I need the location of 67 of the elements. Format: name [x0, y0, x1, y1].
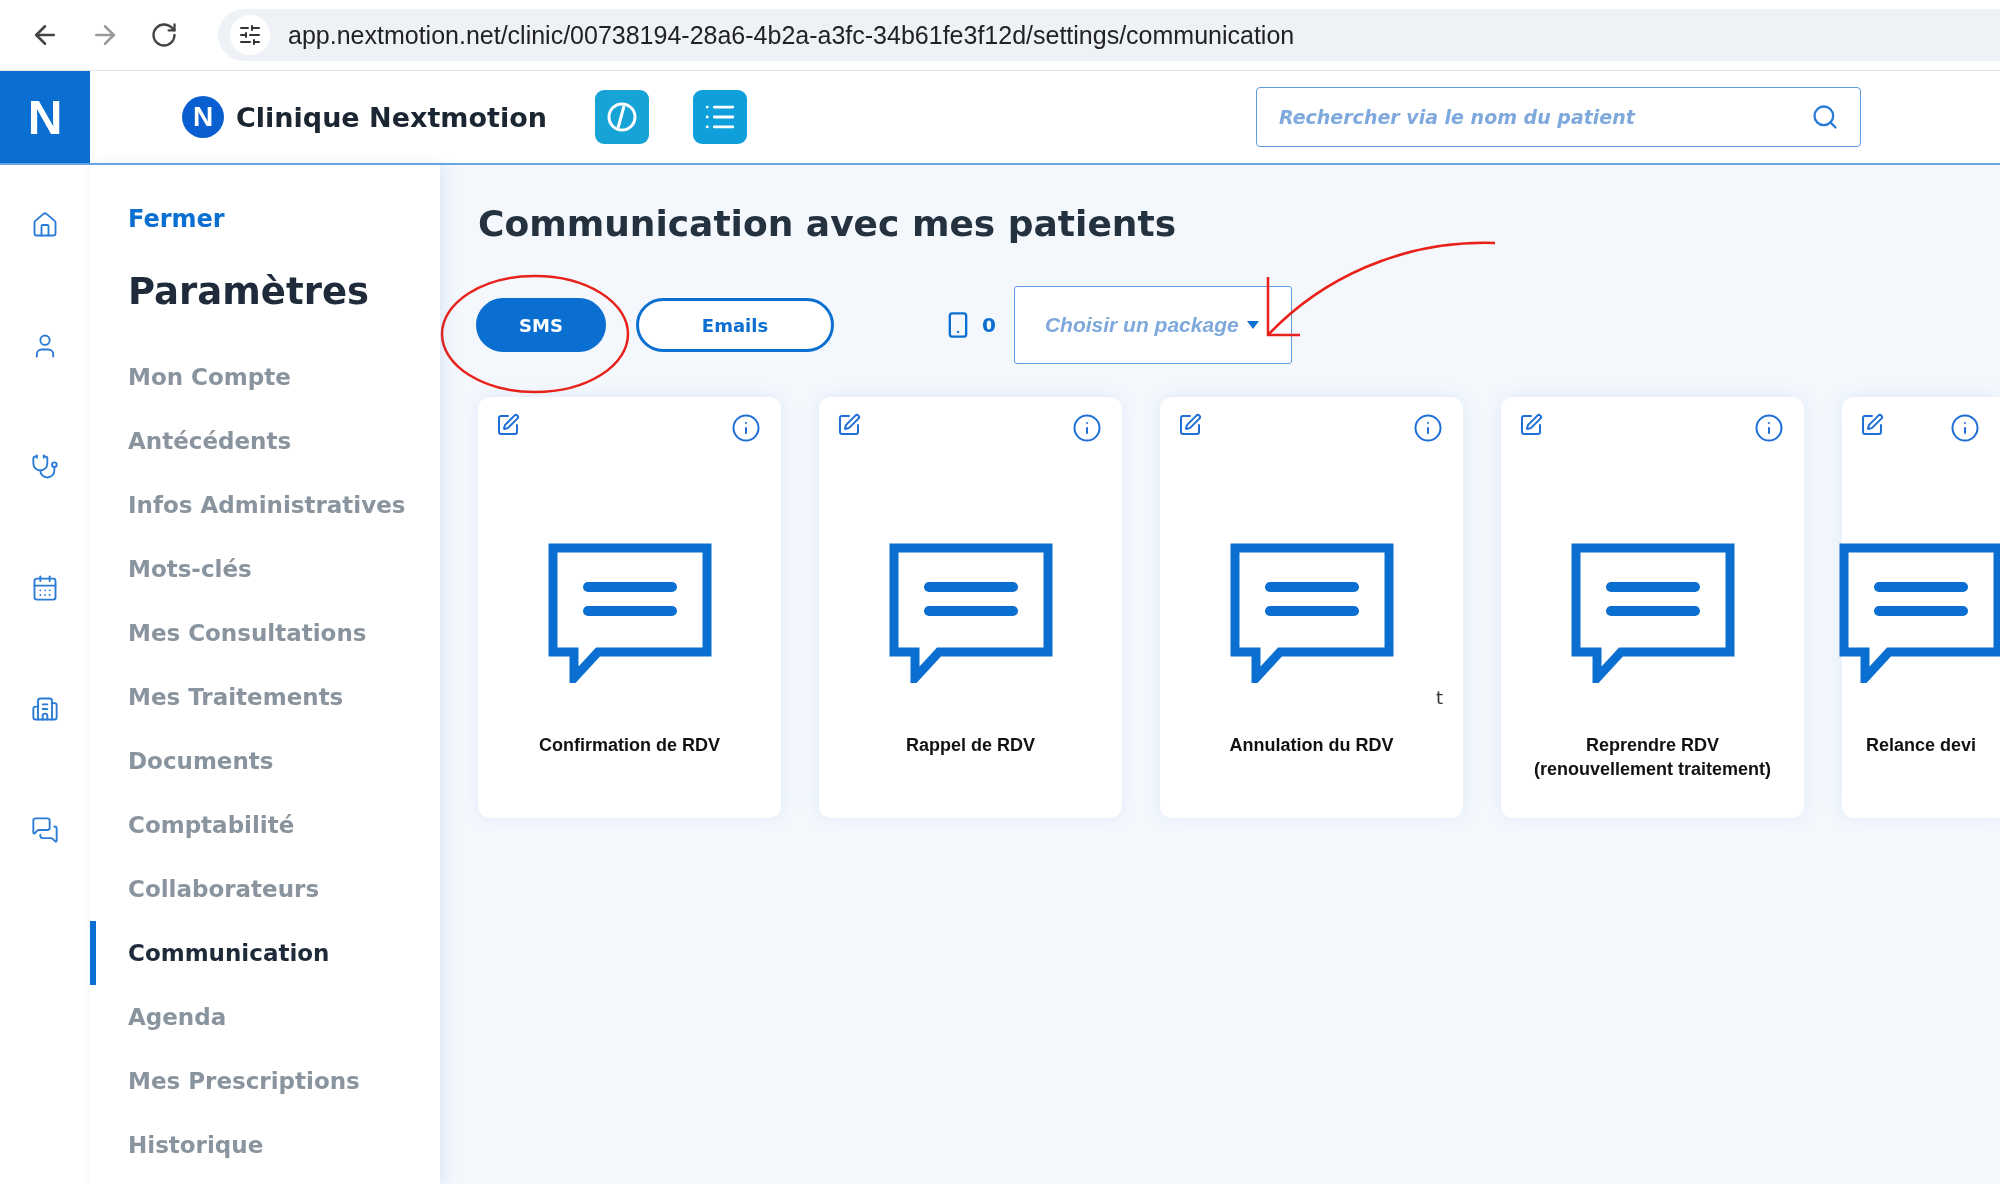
info-icon — [1754, 413, 1784, 443]
chat-icon — [31, 816, 59, 844]
template-card[interactable]: Rappel de RDV — [819, 397, 1122, 818]
sliders-icon — [238, 23, 262, 47]
info-button[interactable] — [1072, 413, 1102, 443]
settings-menu-item[interactable]: Mes Traitements — [90, 665, 440, 729]
calendar-icon — [31, 574, 59, 602]
template-title: Confirmation de RDV — [539, 734, 720, 757]
settings-menu-item[interactable]: Collaborateurs — [90, 857, 440, 921]
stray-text: t — [1435, 687, 1443, 708]
template-card[interactable]: Reprendre RDV (renouvellement traitement) — [1501, 397, 1804, 818]
caret-icon — [1246, 321, 1259, 329]
info-icon — [731, 413, 761, 443]
building-icon — [31, 695, 59, 723]
template-card[interactable]: Annulation du RDV t — [1160, 397, 1463, 818]
page-title: Communication avec mes patients — [478, 203, 1178, 244]
info-icon — [1950, 413, 1980, 443]
clinic-logo: N — [182, 96, 224, 138]
app-shortcut-button[interactable] — [594, 90, 649, 144]
info-button[interactable] — [731, 413, 761, 443]
message-bubble-icon — [547, 543, 712, 683]
settings-menu-item[interactable]: Mon Compte — [90, 345, 440, 409]
message-bubble-icon — [888, 543, 1053, 683]
info-button[interactable] — [1950, 413, 1980, 443]
edit-icon — [1519, 413, 1543, 437]
template-title: Reprendre RDV (renouvellement traitement) — [1533, 734, 1772, 782]
reload-button[interactable] — [150, 21, 178, 49]
settings-menu-item[interactable]: Antécédents — [90, 409, 440, 473]
settings-menu-item[interactable]: Agenda — [90, 985, 440, 1049]
template-title: Relance devi — [1865, 734, 1977, 757]
site-settings-button[interactable] — [230, 15, 270, 55]
reload-icon — [150, 21, 178, 49]
info-button[interactable] — [1413, 413, 1443, 443]
app-logo[interactable]: N — [0, 71, 90, 163]
settings-menu-item[interactable]: Historique — [90, 1113, 440, 1177]
template-title: Annulation du RDV — [1229, 734, 1394, 757]
settings-menu-item[interactable]: Infos Administratives — [90, 473, 440, 537]
search-field[interactable]: Rechercher via le nom du patient — [1256, 87, 1861, 147]
message-bubble-icon — [1839, 543, 2000, 683]
message-bubble-icon — [1570, 543, 1735, 683]
info-button[interactable] — [1754, 413, 1784, 443]
close-link[interactable]: Fermer — [128, 205, 225, 233]
channel-toggle[interactable]: Emails — [636, 298, 834, 352]
info-icon — [1072, 413, 1102, 443]
clinic-name: Clinique Nextmotion — [236, 101, 547, 133]
edit-icon — [1178, 413, 1202, 437]
template-title: Rappel de RDV — [906, 734, 1035, 757]
home-icon — [31, 211, 59, 239]
template-card[interactable]: Confirmation de RDV — [478, 397, 781, 818]
stethoscope-icon — [31, 453, 59, 481]
settings-menu-item[interactable]: Documents — [90, 729, 440, 793]
search-icon — [1811, 103, 1839, 131]
template-card[interactable]: Relance devi — [1842, 397, 2000, 818]
edit-icon — [496, 413, 520, 437]
list-button[interactable] — [692, 90, 747, 144]
package-select[interactable]: Choisir un package — [1013, 286, 1292, 364]
message-bubble-icon — [1229, 543, 1394, 683]
settings-menu-item[interactable]: Comptabilité — [90, 793, 440, 857]
settings-menu-item[interactable]: Mes Consultations — [90, 601, 440, 665]
edit-icon — [1860, 413, 1884, 437]
edit-icon — [837, 413, 861, 437]
settings-menu-item[interactable]: Mots-clés — [90, 537, 440, 601]
settings-title: Paramètres — [128, 270, 370, 313]
settings-menu-item[interactable]: Mes Prescriptions — [90, 1049, 440, 1113]
sms-count: 0 — [982, 313, 996, 337]
channel-toggle[interactable]: SMS — [476, 298, 606, 352]
info-icon — [1413, 413, 1443, 443]
